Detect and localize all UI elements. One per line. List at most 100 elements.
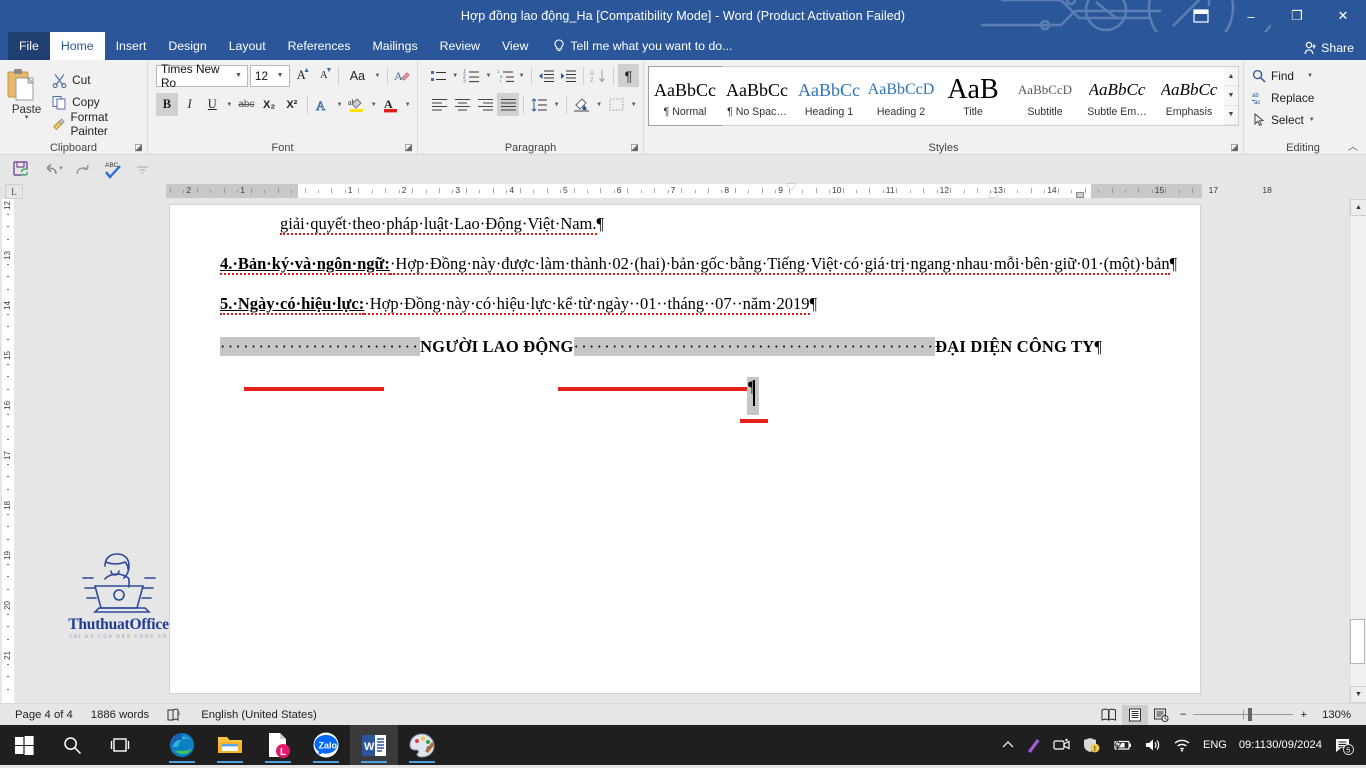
notifications-button[interactable]: 5	[1328, 725, 1366, 765]
shading-caret[interactable]: ▼	[594, 102, 605, 108]
styles-scroll-down[interactable]: ▼	[1224, 86, 1238, 106]
find-caret[interactable]: ▼	[1307, 73, 1313, 79]
word-count[interactable]: 1886 words	[82, 704, 158, 726]
borders-caret[interactable]: ▼	[628, 102, 639, 108]
volume-icon[interactable]	[1138, 725, 1167, 765]
font-color-button[interactable]: A	[380, 93, 402, 116]
customize-qat-button[interactable]	[128, 157, 158, 181]
shrink-font-button[interactable]: A ▼	[313, 64, 334, 87]
style-item-subtle-em[interactable]: AaBbCc Subtle Em…	[1081, 67, 1153, 125]
camera-tray-icon[interactable]	[1047, 725, 1076, 765]
strikethrough-button[interactable]: abc	[236, 93, 258, 116]
grow-font-button[interactable]: A ▲	[291, 64, 312, 87]
show-formatting-marks-button[interactable]: ¶	[617, 64, 639, 87]
tab-mailings[interactable]: Mailings	[362, 32, 429, 60]
taskbar-app-lastpass[interactable]: L	[254, 725, 302, 765]
battery-charging-icon[interactable]	[1106, 725, 1138, 765]
format-painter-button[interactable]: Format Painter	[49, 110, 143, 138]
clipboard-dialog-launcher[interactable]: ◪	[133, 142, 144, 153]
multilevel-list-button[interactable]: 1ai	[494, 64, 515, 87]
tab-review[interactable]: Review	[429, 32, 491, 60]
underline-caret[interactable]: ▼	[224, 102, 234, 108]
save-button[interactable]	[6, 157, 36, 181]
align-left-button[interactable]	[428, 93, 450, 116]
bold-button[interactable]: B	[156, 93, 178, 116]
restore-button[interactable]: ❐	[1274, 0, 1320, 32]
font-size-caret[interactable]: ▼	[274, 72, 287, 79]
vertical-ruler-track[interactable]: 12 13 14 15 16 17 18 19 20 21	[2, 199, 14, 703]
document-page[interactable]: giải·quyết·theo·pháp·luật·Lao·Động·Việt·…	[68, 205, 1200, 693]
zoom-out-button[interactable]: −	[1180, 709, 1187, 721]
collapse-ribbon-button[interactable]: ︿	[1348, 138, 1358, 153]
tab-insert[interactable]: Insert	[105, 32, 158, 60]
vertical-scrollbar[interactable]: ▲ ▼	[1349, 199, 1366, 703]
p-clause-5[interactable]: 5.·Ngày·có·hiệu·lực:·Hợp·Đồng·này·có·hiệ…	[220, 293, 1160, 316]
horizontal-ruler[interactable]: L 2 1 1 2 3 4 5 6 7 8 9 10 11 12 13 14 15 17 18	[0, 183, 1342, 199]
sort-button[interactable]: AZ	[588, 64, 609, 87]
justify-button[interactable]	[497, 93, 520, 116]
styles-scroll-up[interactable]: ▲	[1224, 67, 1238, 87]
paragraph-dialog-launcher[interactable]: ◪	[629, 142, 640, 153]
tell-me-search[interactable]: Tell me what you want to do...	[539, 32, 732, 60]
taskbar-app-word[interactable]: W	[350, 725, 398, 765]
share-button[interactable]: Share	[1298, 38, 1360, 58]
document-body[interactable]: giải·quyết·theo·pháp·luật·Lao·Động·Việt·…	[170, 205, 1200, 315]
pen-tray-icon[interactable]	[1020, 725, 1047, 765]
zoom-in-button[interactable]: +	[1300, 709, 1307, 721]
style-item-heading-1[interactable]: AaBbCc Heading 1	[793, 67, 865, 125]
align-right-button[interactable]	[474, 93, 496, 116]
read-mode-view-button[interactable]	[1096, 705, 1122, 725]
p-continuation[interactable]: giải·quyết·theo·pháp·luật·Lao·Động·Việt·…	[220, 213, 1160, 236]
underline-button[interactable]: U	[201, 93, 223, 116]
select-caret[interactable]: ▼	[1309, 117, 1315, 123]
style-item-subtitle[interactable]: AaBbCcD Subtitle	[1009, 67, 1081, 125]
font-name-combo[interactable]: Times New Ro ▼	[156, 62, 248, 90]
language-indicator[interactable]: English (United States)	[192, 704, 326, 726]
text-effects-caret[interactable]: ▼	[334, 102, 344, 108]
replace-button[interactable]: ab ac Replace	[1248, 87, 1358, 109]
scroll-down-button[interactable]: ▼	[1350, 686, 1366, 703]
font-name-caret[interactable]: ▼	[232, 72, 245, 79]
increase-indent-button[interactable]	[558, 64, 579, 87]
highlight-caret[interactable]: ▼	[368, 102, 378, 108]
numbering-caret[interactable]: ▼	[483, 73, 493, 79]
taskbar-search-button[interactable]	[48, 725, 96, 765]
font-dialog-launcher[interactable]: ◪	[403, 142, 414, 153]
change-case-caret[interactable]: ▼	[372, 73, 382, 79]
redo-button[interactable]	[68, 157, 98, 181]
change-case-button[interactable]: Aa	[343, 64, 371, 87]
style-item-normal[interactable]: AaBbCc ¶ Normal	[648, 66, 722, 126]
ribbon-display-options-icon[interactable]	[1190, 6, 1212, 26]
text-effects-button[interactable]: A	[312, 93, 334, 116]
first-line-indent-marker[interactable]	[786, 184, 796, 190]
start-button[interactable]	[0, 725, 48, 765]
multilevel-caret[interactable]: ▼	[517, 73, 527, 79]
tab-layout[interactable]: Layout	[218, 32, 277, 60]
show-hidden-icons-button[interactable]	[996, 725, 1020, 765]
numbering-button[interactable]: 123	[461, 64, 482, 87]
minimize-button[interactable]: –	[1228, 0, 1274, 32]
taskbar-app-edge[interactable]	[158, 725, 206, 765]
print-layout-view-button[interactable]	[1121, 704, 1148, 725]
taskbar-app-file-explorer[interactable]	[206, 725, 254, 765]
signature-block[interactable]: ··························NGƯỜI LAO ĐỘNG…	[170, 337, 1200, 424]
zoom-level[interactable]: 130%	[1313, 704, 1360, 726]
styles-more[interactable]: ▼	[1224, 106, 1238, 125]
vertical-ruler[interactable]: 12 13 14 15 16 17 18 19 20 21	[0, 199, 16, 703]
spelling-check-button[interactable]: ABC	[98, 157, 128, 181]
decrease-indent-button[interactable]	[536, 64, 557, 87]
font-size-combo[interactable]: 12 ▼	[249, 64, 290, 87]
styles-dialog-launcher[interactable]: ◪	[1229, 142, 1240, 153]
find-button[interactable]: Find ▼	[1248, 65, 1358, 87]
close-button[interactable]: ✕	[1320, 0, 1366, 32]
scroll-up-button[interactable]: ▲	[1350, 199, 1366, 216]
style-item-emphasis[interactable]: AaBbCc Emphasis	[1153, 67, 1225, 125]
superscript-button[interactable]: X²	[281, 93, 303, 116]
font-color-caret[interactable]: ▼	[403, 102, 413, 108]
bullets-button[interactable]	[428, 64, 449, 87]
style-item-title[interactable]: AaB Title	[937, 67, 1009, 125]
line-spacing-button[interactable]	[528, 93, 550, 116]
subscript-button[interactable]: X₂	[258, 93, 280, 116]
highlight-color-button[interactable]: ab	[346, 93, 368, 116]
paste-dropdown-caret[interactable]: ▼	[4, 115, 49, 121]
